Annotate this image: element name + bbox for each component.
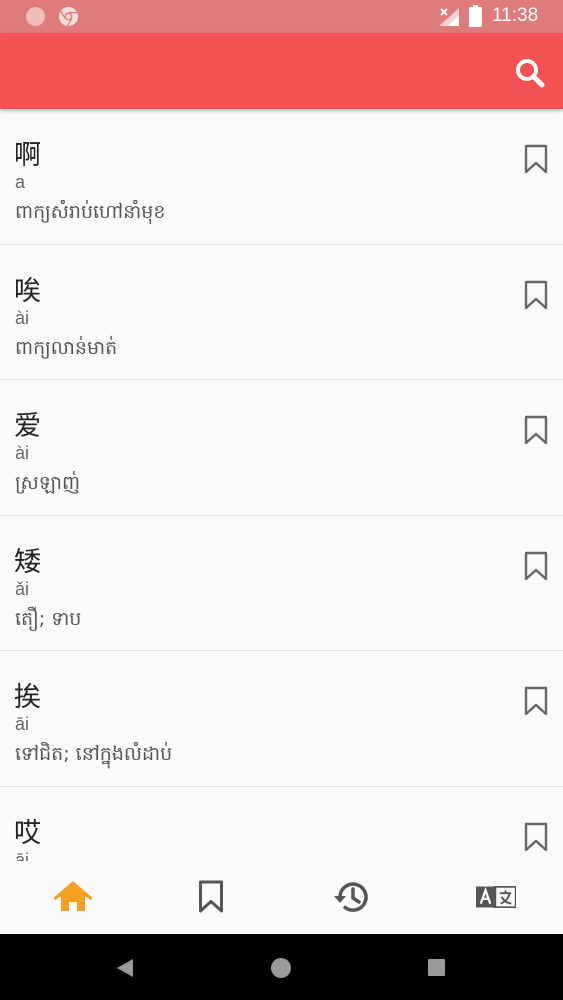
status-time: 11:38 [492, 5, 539, 26]
back-icon[interactable] [116, 958, 134, 978]
entry-hanzi: 挨 [14, 682, 41, 713]
entry-meaning: ទៅជិត; នៅក្នុងលំដាប់ [15, 743, 173, 765]
signal-no-data-icon [439, 8, 459, 26]
recents-icon[interactable] [428, 959, 445, 976]
list-item[interactable]: 啊 a ពាក្យសំរាប់ហៅនាំមុខ [0, 109, 563, 245]
entry-meaning: ពាក្យសំរាប់ហៅនាំមុខ [15, 201, 166, 223]
entry-meaning: ពាក្យលាន់មាត់ [15, 336, 118, 359]
entry-pinyin: āi [15, 849, 30, 862]
bookmark-icon[interactable] [524, 822, 548, 852]
status-bar: 11:38 [0, 0, 563, 33]
nav-home-button[interactable] [53, 877, 93, 917]
entry-pinyin: ài [15, 307, 30, 328]
bottom-navigation [0, 861, 563, 934]
list-item[interactable]: 爱 ài ស្រឡាញ់ [0, 380, 563, 516]
bookmark-icon[interactable] [524, 551, 548, 581]
nav-history-button[interactable] [331, 877, 371, 917]
entry-hanzi: 啊 [14, 140, 41, 171]
bookmark-icon[interactable] [524, 144, 548, 174]
entry-hanzi: 哎 [14, 817, 41, 849]
search-icon[interactable] [514, 57, 546, 89]
history-icon [334, 882, 368, 912]
entry-meaning: តឿ; ទាប [15, 607, 82, 630]
entry-pinyin: a [15, 172, 26, 192]
nav-bookmarks-button[interactable] [191, 877, 231, 917]
nav-translate-button[interactable] [476, 877, 516, 917]
chrome-icon [58, 6, 79, 27]
list-item[interactable]: 唉 ài ពាក្យលាន់មាត់ [0, 245, 563, 380]
word-list[interactable]: 啊 a ពាក្យសំរាប់ហៅនាំមុខ 唉 ài ពាក្យលាន់មា… [0, 109, 563, 861]
home-icon [54, 881, 92, 911]
bookmark-icon[interactable] [524, 686, 548, 716]
home-circle-icon[interactable] [271, 958, 291, 978]
bookmark-icon[interactable] [524, 280, 548, 310]
translate-icon [476, 886, 516, 908]
app-bar [0, 33, 563, 109]
entry-hanzi: 唉 [14, 275, 41, 307]
entry-pinyin: āi [15, 714, 30, 734]
list-item[interactable]: 矮 ǎi តឿ; ទាប [0, 516, 563, 651]
battery-icon [469, 5, 482, 27]
entry-pinyin: ài [15, 443, 30, 463]
entry-hanzi: 矮 [14, 546, 41, 578]
notification-dot-icon [26, 7, 45, 26]
list-item[interactable]: 哎 āi [0, 787, 563, 862]
entry-hanzi: 爱 [14, 411, 41, 442]
bookmark-icon[interactable] [524, 415, 548, 445]
bookmark-icon [199, 880, 223, 913]
system-navigation-bar [0, 934, 563, 1000]
list-item[interactable]: 挨 āi ទៅជិត; នៅក្នុងលំដាប់ [0, 651, 563, 787]
entry-meaning: ស្រឡាញ់ [15, 472, 81, 494]
entry-pinyin: ǎi [15, 578, 30, 599]
